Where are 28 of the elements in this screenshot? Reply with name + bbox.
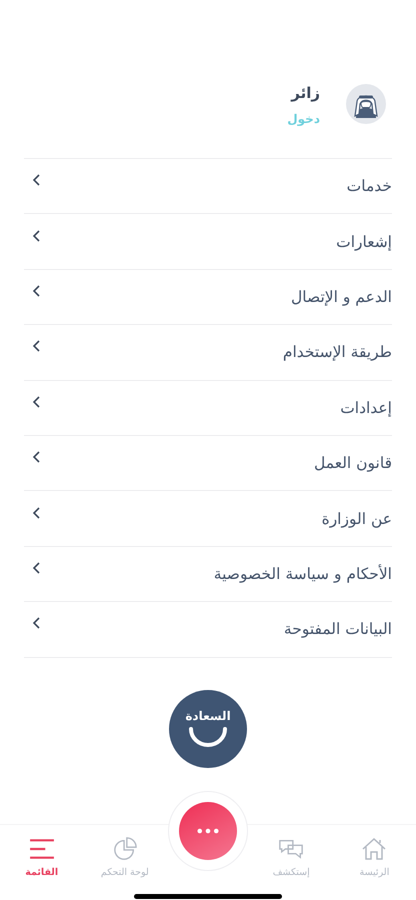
menu-item[interactable]: قانون العمل [24,436,392,492]
chevron-icon [32,284,40,297]
chevron-icon [32,174,40,186]
chevron-icon [32,617,40,630]
chevron-icon [32,451,40,464]
menu-item[interactable]: طريقة الإستخدام [24,325,392,381]
menu-item[interactable]: عن الوزارة [24,491,392,547]
more-icon [197,828,220,834]
pie-chart-icon [112,836,138,861]
user-name: زائر [290,84,320,102]
smile-icon [188,726,228,748]
chevron-icon [32,340,40,352]
menu-item[interactable]: الدعم و الإتصال [24,270,392,326]
menu-item[interactable]: خدمات [24,159,392,214]
menu-icon [28,836,55,861]
chevron-icon [32,230,40,242]
avatar-icon [346,84,386,124]
menu-item[interactable]: إعدادات [24,380,392,436]
menu-item[interactable]: البيانات المفتوحة [24,602,392,658]
menu-item[interactable]: إشعارات [24,214,392,270]
tab[interactable]: القائمة [10,836,74,878]
chevron-icon [32,562,40,574]
chevron-icon [32,506,40,519]
chevron-icon [32,396,40,408]
more-button[interactable] [179,802,238,860]
happiness-button[interactable]: السعادة [169,690,247,768]
home-icon [361,836,388,861]
menu-item[interactable]: الأحكام و سياسة الخصوصية [24,546,392,602]
